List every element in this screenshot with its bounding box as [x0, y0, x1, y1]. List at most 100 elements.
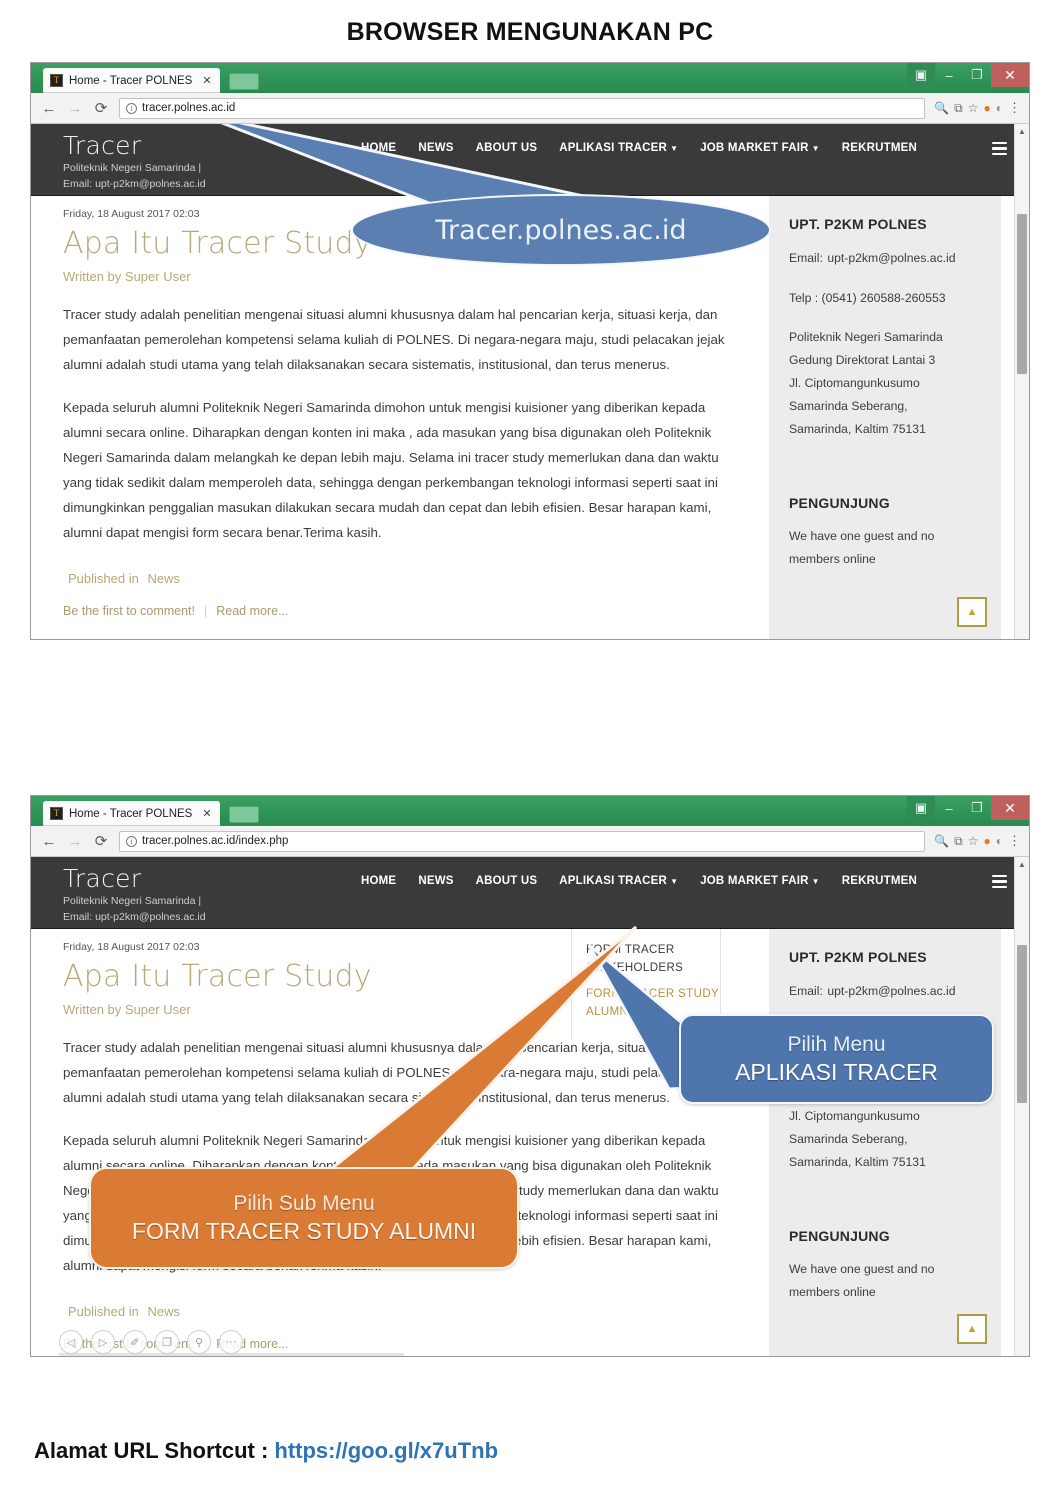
reload-icon[interactable]: ⟳	[89, 829, 113, 853]
hamburger-menu-icon[interactable]	[992, 142, 1007, 155]
scroll-up-arrow-icon[interactable]: ▲	[1015, 124, 1029, 138]
close-button[interactable]: ✕	[991, 63, 1029, 87]
published-category-link[interactable]: News	[147, 1304, 180, 1319]
footer-url-link[interactable]: https://goo.gl/x7uTnb	[274, 1438, 498, 1463]
bookmark-star-icon[interactable]: ☆	[968, 101, 979, 115]
read-more-link[interactable]: Read more...	[216, 604, 288, 618]
nav-item-about-us[interactable]: ABOUT US	[476, 875, 538, 887]
sidebar-address: Politeknik Negeri Samarinda Gedung Direk…	[789, 326, 985, 441]
nav-label: HOME	[361, 875, 397, 887]
chevron-down-icon: ▼	[811, 877, 820, 886]
tab-close-icon[interactable]: ✕	[202, 74, 211, 87]
sidebar-visitor-heading: PENGUNJUNG	[789, 1228, 890, 1244]
site-info-icon[interactable]: i	[126, 102, 137, 114]
callout-menu-bubble: Pilih Menu APLIKASI TRACER	[679, 1014, 994, 1104]
scroll-to-top-button[interactable]: ▲	[957, 597, 987, 627]
byline-author[interactable]: Super User	[125, 1002, 191, 1017]
maximize-button[interactable]: ❐	[963, 63, 991, 87]
address-line: Jl. Ciptomangunkusumo	[789, 376, 920, 390]
sidebar-heading: UPT. P2KM POLNES	[789, 216, 927, 232]
nav-item-news[interactable]: NEWS	[418, 875, 453, 887]
hamburger-menu-icon[interactable]	[992, 875, 1007, 888]
more-options-button[interactable]: ···	[219, 1330, 243, 1354]
nav-item-job-market-fair[interactable]: JOB MARKET FAIR ▼	[700, 142, 820, 154]
callout-submenu-line2: FORM TRACER STUDY ALUMNI	[131, 1217, 477, 1244]
browser-toolbar-2: ← → ⟳ i tracer.polnes.ac.id/index.php 🔍 …	[31, 826, 1029, 857]
translate-icon[interactable]: ⧉	[954, 101, 963, 116]
nav-item-aplikasi-tracer[interactable]: APLIKASI TRACER ▼	[559, 875, 678, 887]
site-brand-2[interactable]: Tracer Politeknik Negeri Samarinda | Ema…	[31, 866, 206, 923]
callout-menu-line2: APLIKASI TRACER	[735, 1058, 938, 1085]
callout-tail-submenu	[326, 925, 638, 1173]
address-bar-url: tracer.polnes.ac.id	[142, 102, 236, 114]
nav-item-rekrutmen[interactable]: REKRUTMEN	[842, 142, 917, 154]
copy-button[interactable]: ❐	[155, 1330, 179, 1354]
search-button[interactable]: ⚲	[187, 1330, 211, 1354]
site-info-icon[interactable]: i	[126, 835, 137, 847]
sidebar-1: UPT. P2KM POLNES Email: upt-p2km@polnes.…	[769, 196, 1001, 639]
forward-icon[interactable]: →	[63, 96, 87, 120]
browser-toolbar-1: ← → ⟳ i tracer.polnes.ac.id 🔍 ⧉ ☆ ● ◐ ⋮	[31, 93, 1029, 124]
tab-close-icon[interactable]: ✕	[202, 807, 211, 820]
sidebar-visitor-heading: PENGUNJUNG	[789, 495, 890, 511]
back-icon[interactable]: ←	[37, 96, 61, 120]
translate-icon[interactable]: ⧉	[954, 834, 963, 849]
annotate-button[interactable]: ✐	[123, 1330, 147, 1354]
byline-author[interactable]: Super User	[125, 269, 191, 284]
published-category-link[interactable]: News	[147, 571, 180, 586]
address-bar-1[interactable]: i tracer.polnes.ac.id	[119, 97, 926, 119]
new-tab-button[interactable]	[228, 73, 259, 90]
minimize-button[interactable]: –	[935, 63, 963, 87]
shield-extension-icon[interactable]: ◐	[996, 101, 1003, 115]
pdf-floating-toolbar: ◁ ▷ ✐ ❐ ⚲ ···	[59, 1330, 243, 1354]
comment-link[interactable]: Be the first to comment!	[63, 604, 195, 618]
shield-extension-icon[interactable]: ◐	[996, 834, 1003, 848]
nav-label: NEWS	[418, 875, 454, 887]
reload-icon[interactable]: ⟳	[89, 96, 113, 120]
scrollbar-thumb[interactable]	[1017, 945, 1027, 1103]
address-line: Samarinda, Kaltim 75131	[789, 1155, 926, 1169]
toolbar-icons-2: 🔍 ⧉ ☆ ● ◐ ⋮	[934, 833, 1023, 849]
forward-icon[interactable]: →	[63, 829, 87, 853]
browser-tab-1[interactable]: T Home - Tracer POLNES ✕	[43, 68, 220, 93]
browser-menu-icon[interactable]: ⋮	[1008, 100, 1021, 116]
zoom-icon[interactable]: 🔍	[934, 834, 949, 848]
zoom-icon[interactable]: 🔍	[934, 101, 949, 115]
favicon-icon: T	[50, 807, 63, 820]
browser-menu-icon[interactable]: ⋮	[1008, 833, 1021, 849]
flame-extension-icon[interactable]: ●	[984, 101, 991, 115]
nav-label: APLIKASI TRACER	[559, 875, 668, 887]
sidebar-telp: Telp : (0541) 260588-260553	[789, 291, 946, 305]
nav-label: ABOUT US	[475, 875, 538, 887]
email-value[interactable]: upt-p2km@polnes.ac.id	[827, 251, 955, 265]
nav-item-home[interactable]: HOME	[361, 875, 396, 887]
nav-item-job-market-fair[interactable]: JOB MARKET FAIR ▼	[700, 875, 820, 887]
profile-icon[interactable]: ▣	[907, 796, 935, 820]
page-scrollbar-1[interactable]: ▲	[1014, 124, 1029, 639]
sidebar-visitor-text: We have one guest and no members online	[789, 1262, 935, 1299]
next-page-button[interactable]: ▷	[91, 1330, 115, 1354]
scrollbar-thumb[interactable]	[1017, 214, 1027, 374]
address-bar-2[interactable]: i tracer.polnes.ac.id/index.php	[119, 830, 926, 852]
callout-submenu-bubble: Pilih Sub Menu FORM TRACER STUDY ALUMNI	[89, 1167, 519, 1269]
close-button[interactable]: ✕	[991, 796, 1029, 820]
profile-icon[interactable]: ▣	[907, 63, 935, 87]
nav-item-rekrutmen[interactable]: REKRUTMEN	[842, 875, 917, 887]
email-value[interactable]: upt-p2km@polnes.ac.id	[827, 984, 955, 998]
footer-url-label: Alamat URL Shortcut :	[34, 1438, 275, 1463]
scroll-up-arrow-icon[interactable]: ▲	[1015, 857, 1029, 871]
back-icon[interactable]: ←	[37, 829, 61, 853]
sidebar-visitor-text: We have one guest and no members online	[789, 529, 935, 566]
previous-page-button[interactable]: ◁	[59, 1330, 83, 1354]
flame-extension-icon[interactable]: ●	[984, 834, 991, 848]
maximize-button[interactable]: ❐	[963, 796, 991, 820]
browser-tab-2[interactable]: T Home - Tracer POLNES ✕	[43, 801, 220, 826]
bookmark-star-icon[interactable]: ☆	[968, 834, 979, 848]
site-brand-1[interactable]: Tracer Politeknik Negeri Samarinda | Ema…	[31, 133, 206, 190]
scroll-to-top-button[interactable]: ▲	[957, 1314, 987, 1344]
nav-label: REKRUTMEN	[841, 142, 918, 154]
page-title: BROWSER MENGUNAKAN PC	[346, 18, 714, 46]
page-scrollbar-2[interactable]: ▲	[1014, 857, 1029, 1356]
minimize-button[interactable]: –	[935, 796, 963, 820]
new-tab-button[interactable]	[228, 806, 259, 823]
